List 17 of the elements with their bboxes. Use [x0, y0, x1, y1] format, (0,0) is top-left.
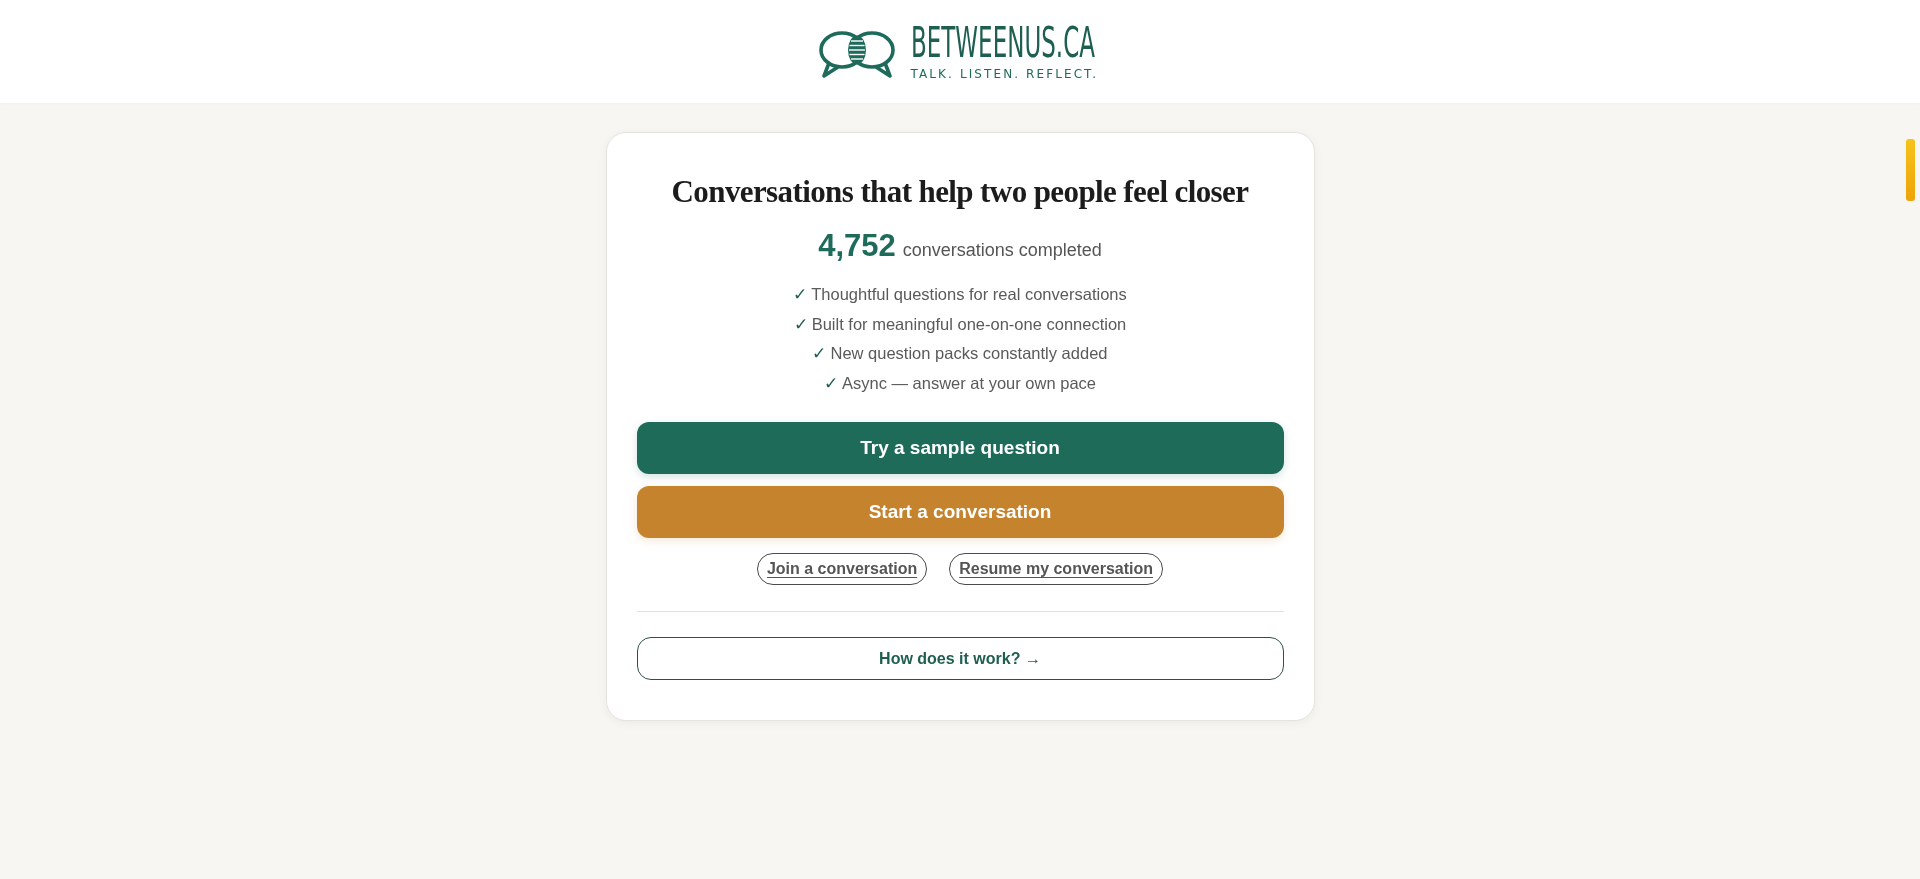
check-mark: ✓ — [793, 313, 808, 336]
logo-tagline: TALK. LISTEN. REFLECT. — [910, 66, 1099, 82]
scroll-indicator — [1906, 139, 1915, 201]
sample-question-button[interactable]: Try a sample question — [636, 422, 1284, 474]
feature-text: Async — answer at your own pace — [841, 372, 1096, 394]
stat-label: conversations completed — [902, 239, 1102, 262]
feature-text: Built for meaningful one-on-one connection — [811, 313, 1127, 335]
check-mark: ✓ — [823, 372, 838, 395]
check-mark: ✓ — [793, 284, 808, 306]
logo-wordmark: BETWEENUS.CA — [910, 21, 1096, 62]
speech-bubbles-icon — [817, 28, 896, 79]
stat-count: 4,752 — [818, 227, 896, 265]
how-it-works-button[interactable]: How does it work? → — [636, 637, 1284, 680]
feature-text: New question packs constantly added — [830, 343, 1108, 364]
feature-text: Thoughtful questions for real conversations — [811, 284, 1127, 305]
check-mark: ✓ — [812, 343, 827, 365]
card-title: Conversations that help two people feel closer — [671, 174, 1249, 210]
